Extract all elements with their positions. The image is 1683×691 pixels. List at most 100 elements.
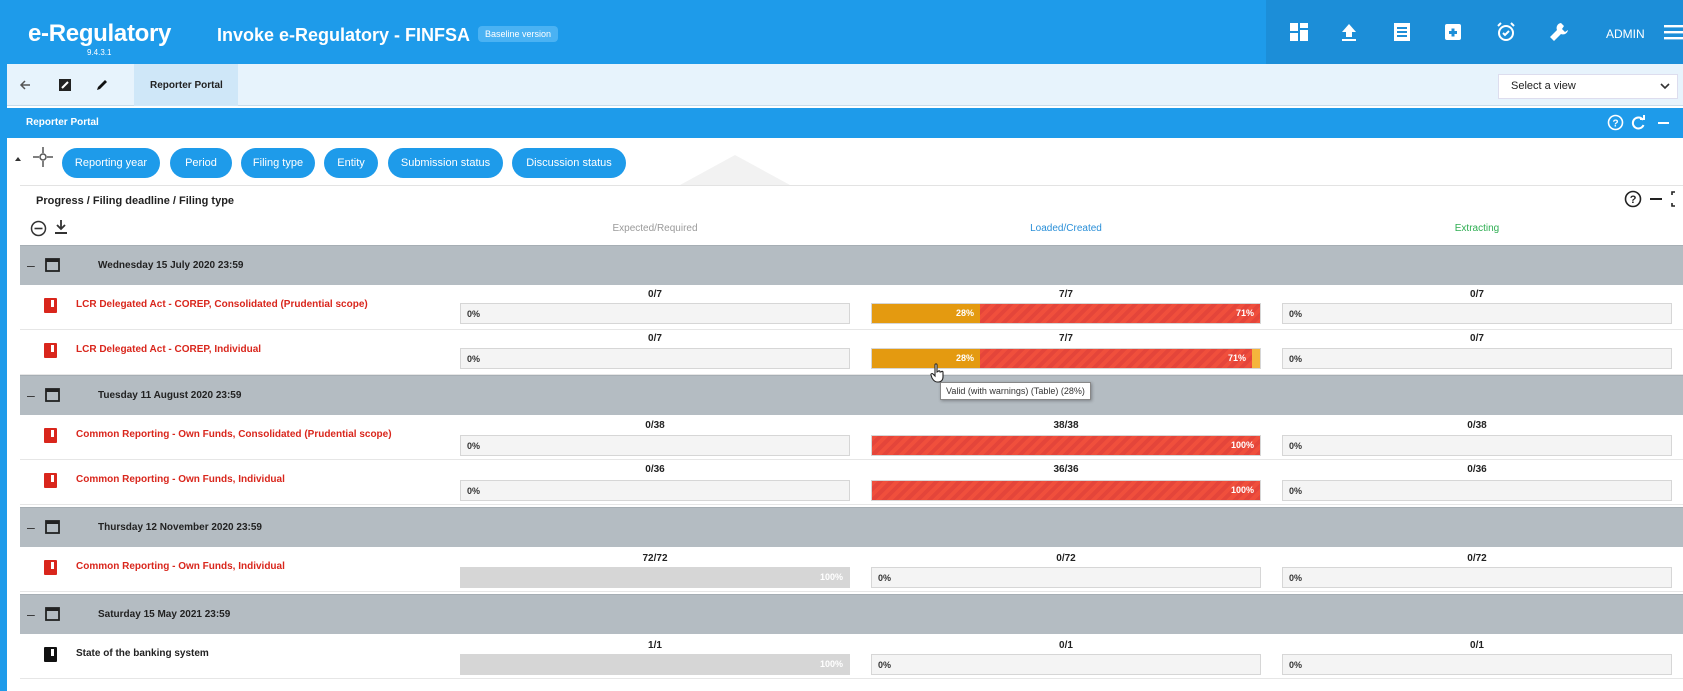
filing-name-link[interactable]: Common Reporting - Own Funds, Individual (76, 474, 285, 485)
panel-help-icon[interactable]: ? (1624, 190, 1642, 208)
segment-invalid[interactable]: 71% (980, 304, 1260, 323)
segment-complete[interactable]: 100% (461, 655, 849, 674)
filing-status-icon (44, 473, 57, 488)
collapse-toggle[interactable]: – (27, 606, 35, 622)
app-title: Invoke e-Regulatory - FINFSA (217, 25, 471, 45)
portal-title: Reporter Portal (26, 117, 99, 128)
loaded-percent: 0% (878, 573, 892, 583)
column-expected: Expected/Required (612, 223, 698, 234)
segment-valid-warnings[interactable]: 28% (872, 349, 980, 368)
chevron-down-icon (1660, 83, 1670, 90)
svg-text:?: ? (1613, 119, 1619, 130)
back-arrow-icon[interactable] (17, 77, 33, 93)
panel-title: Progress / Filing deadline / Filing type (36, 195, 235, 207)
filter-filing-type[interactable]: Filing type (241, 148, 315, 178)
collapse-all-icon[interactable] (30, 220, 47, 237)
minimize-icon[interactable] (1655, 114, 1672, 131)
column-extracting: Extracting (1454, 223, 1500, 234)
extracting-count: 0/7 (1470, 333, 1484, 344)
date-label: Saturday 15 May 2021 23:59 (98, 609, 231, 620)
column-loaded: Loaded/Created (1030, 223, 1102, 234)
upload-icon[interactable] (1337, 20, 1361, 44)
loaded-percent: 0% (878, 660, 892, 670)
extracting-progress-bar: 0% (1282, 348, 1672, 369)
expected-count: 0/36 (645, 464, 665, 475)
collapse-caret-icon[interactable] (13, 154, 23, 164)
segment-invalid[interactable]: 71% (980, 349, 1252, 368)
filter-bar: Reporting year Period Filing type Entity… (7, 140, 1683, 185)
loaded-progress-bar: 100% (871, 435, 1261, 456)
calendar-icon (45, 607, 60, 621)
filing-name-link[interactable]: State of the banking system (76, 648, 209, 659)
app-logo[interactable]: e-Regulatory (28, 20, 171, 48)
portal-header: Reporter Portal ? (7, 108, 1683, 138)
calendar-icon (45, 388, 60, 402)
filing-status-icon (44, 428, 57, 443)
date-group-row[interactable]: – Thursday 12 November 2020 23:59 (20, 507, 1683, 547)
filing-status-icon (44, 298, 57, 313)
expected-count: 0/7 (648, 333, 662, 344)
loaded-progress-bar: 28% 71% (871, 303, 1261, 324)
expected-percent: 0% (467, 354, 481, 364)
select-view-dropdown[interactable]: Select a view (1498, 74, 1678, 99)
loaded-progress-bar: 0% (871, 654, 1261, 675)
extracting-percent: 0% (1289, 354, 1303, 364)
background-shape (680, 155, 790, 185)
filing-name-link[interactable]: Common Reporting - Own Funds, Consolidat… (76, 429, 392, 440)
top-bar: e-Regulatory 9.4.3.1 Invoke e-Regulatory… (0, 0, 1683, 64)
wrench-icon[interactable] (1547, 20, 1571, 44)
refresh-icon[interactable] (1630, 114, 1647, 131)
date-group-row[interactable]: – Tuesday 11 August 2020 23:59 (20, 375, 1683, 415)
collapse-toggle[interactable]: – (27, 257, 35, 273)
calendar-icon (45, 258, 60, 272)
expected-percent: 0% (467, 486, 481, 496)
pencil-icon[interactable] (94, 77, 110, 93)
date-group-row[interactable]: – Saturday 15 May 2021 23:59 (20, 594, 1683, 634)
dashboard-icon[interactable] (1287, 20, 1311, 44)
download-icon[interactable] (54, 219, 68, 235)
filter-entity[interactable]: Entity (324, 148, 378, 178)
extracting-percent: 0% (1289, 660, 1303, 670)
loaded-count: 7/7 (1059, 289, 1073, 300)
segment-invalid[interactable]: 100% (872, 481, 1260, 500)
menu-icon[interactable] (1662, 22, 1683, 42)
segment-valid-warnings[interactable]: 28% (872, 304, 980, 323)
list-icon[interactable] (1390, 20, 1414, 44)
expected-progress-bar: 100% (460, 654, 850, 675)
collapse-toggle[interactable]: – (27, 387, 35, 403)
user-menu[interactable]: ADMIN (1606, 27, 1645, 41)
segment-complete[interactable]: 100% (461, 568, 849, 587)
panel-expand-icon[interactable] (1670, 190, 1683, 208)
version-badge: Baseline version (478, 26, 559, 42)
expected-percent: 0% (467, 441, 481, 451)
filter-submission-status[interactable]: Submission status (388, 148, 503, 178)
filing-name-link[interactable]: LCR Delegated Act - COREP, Individual (76, 344, 261, 355)
help-icon[interactable]: ? (1607, 114, 1624, 131)
alarm-icon[interactable] (1494, 20, 1518, 44)
date-label: Thursday 12 November 2020 23:59 (98, 522, 262, 533)
extracting-count: 0/36 (1467, 464, 1487, 475)
segment-other[interactable] (1252, 349, 1260, 368)
filter-period[interactable]: Period (170, 148, 232, 178)
filing-status-icon (44, 343, 57, 358)
expected-count: 0/38 (645, 420, 665, 431)
loaded-progress-bar: 100% (871, 480, 1261, 501)
filter-discussion-status[interactable]: Discussion status (512, 148, 626, 178)
collapse-toggle[interactable]: – (27, 519, 35, 535)
segment-invalid[interactable]: 100% (872, 436, 1260, 455)
date-label: Wednesday 15 July 2020 23:59 (98, 260, 244, 271)
panel-minimize-icon[interactable] (1647, 190, 1665, 208)
expected-progress-bar: 0% (460, 480, 850, 501)
date-group-row[interactable]: – Wednesday 15 July 2020 23:59 (20, 245, 1683, 285)
filter-reporting-year[interactable]: Reporting year (62, 148, 160, 178)
filing-name-link[interactable]: Common Reporting - Own Funds, Individual (76, 561, 285, 572)
hand-cursor-icon (930, 363, 944, 383)
archive-icon[interactable] (1441, 20, 1465, 44)
edit-box-icon[interactable] (57, 77, 73, 93)
date-label: Tuesday 11 August 2020 23:59 (98, 390, 242, 401)
expected-progress-bar: 0% (460, 348, 850, 369)
filing-name-link[interactable]: LCR Delegated Act - COREP, Consolidated … (76, 299, 368, 310)
expected-count: 72/72 (642, 553, 668, 564)
extracting-progress-bar: 0% (1282, 480, 1672, 501)
crosshair-icon[interactable] (32, 146, 54, 168)
